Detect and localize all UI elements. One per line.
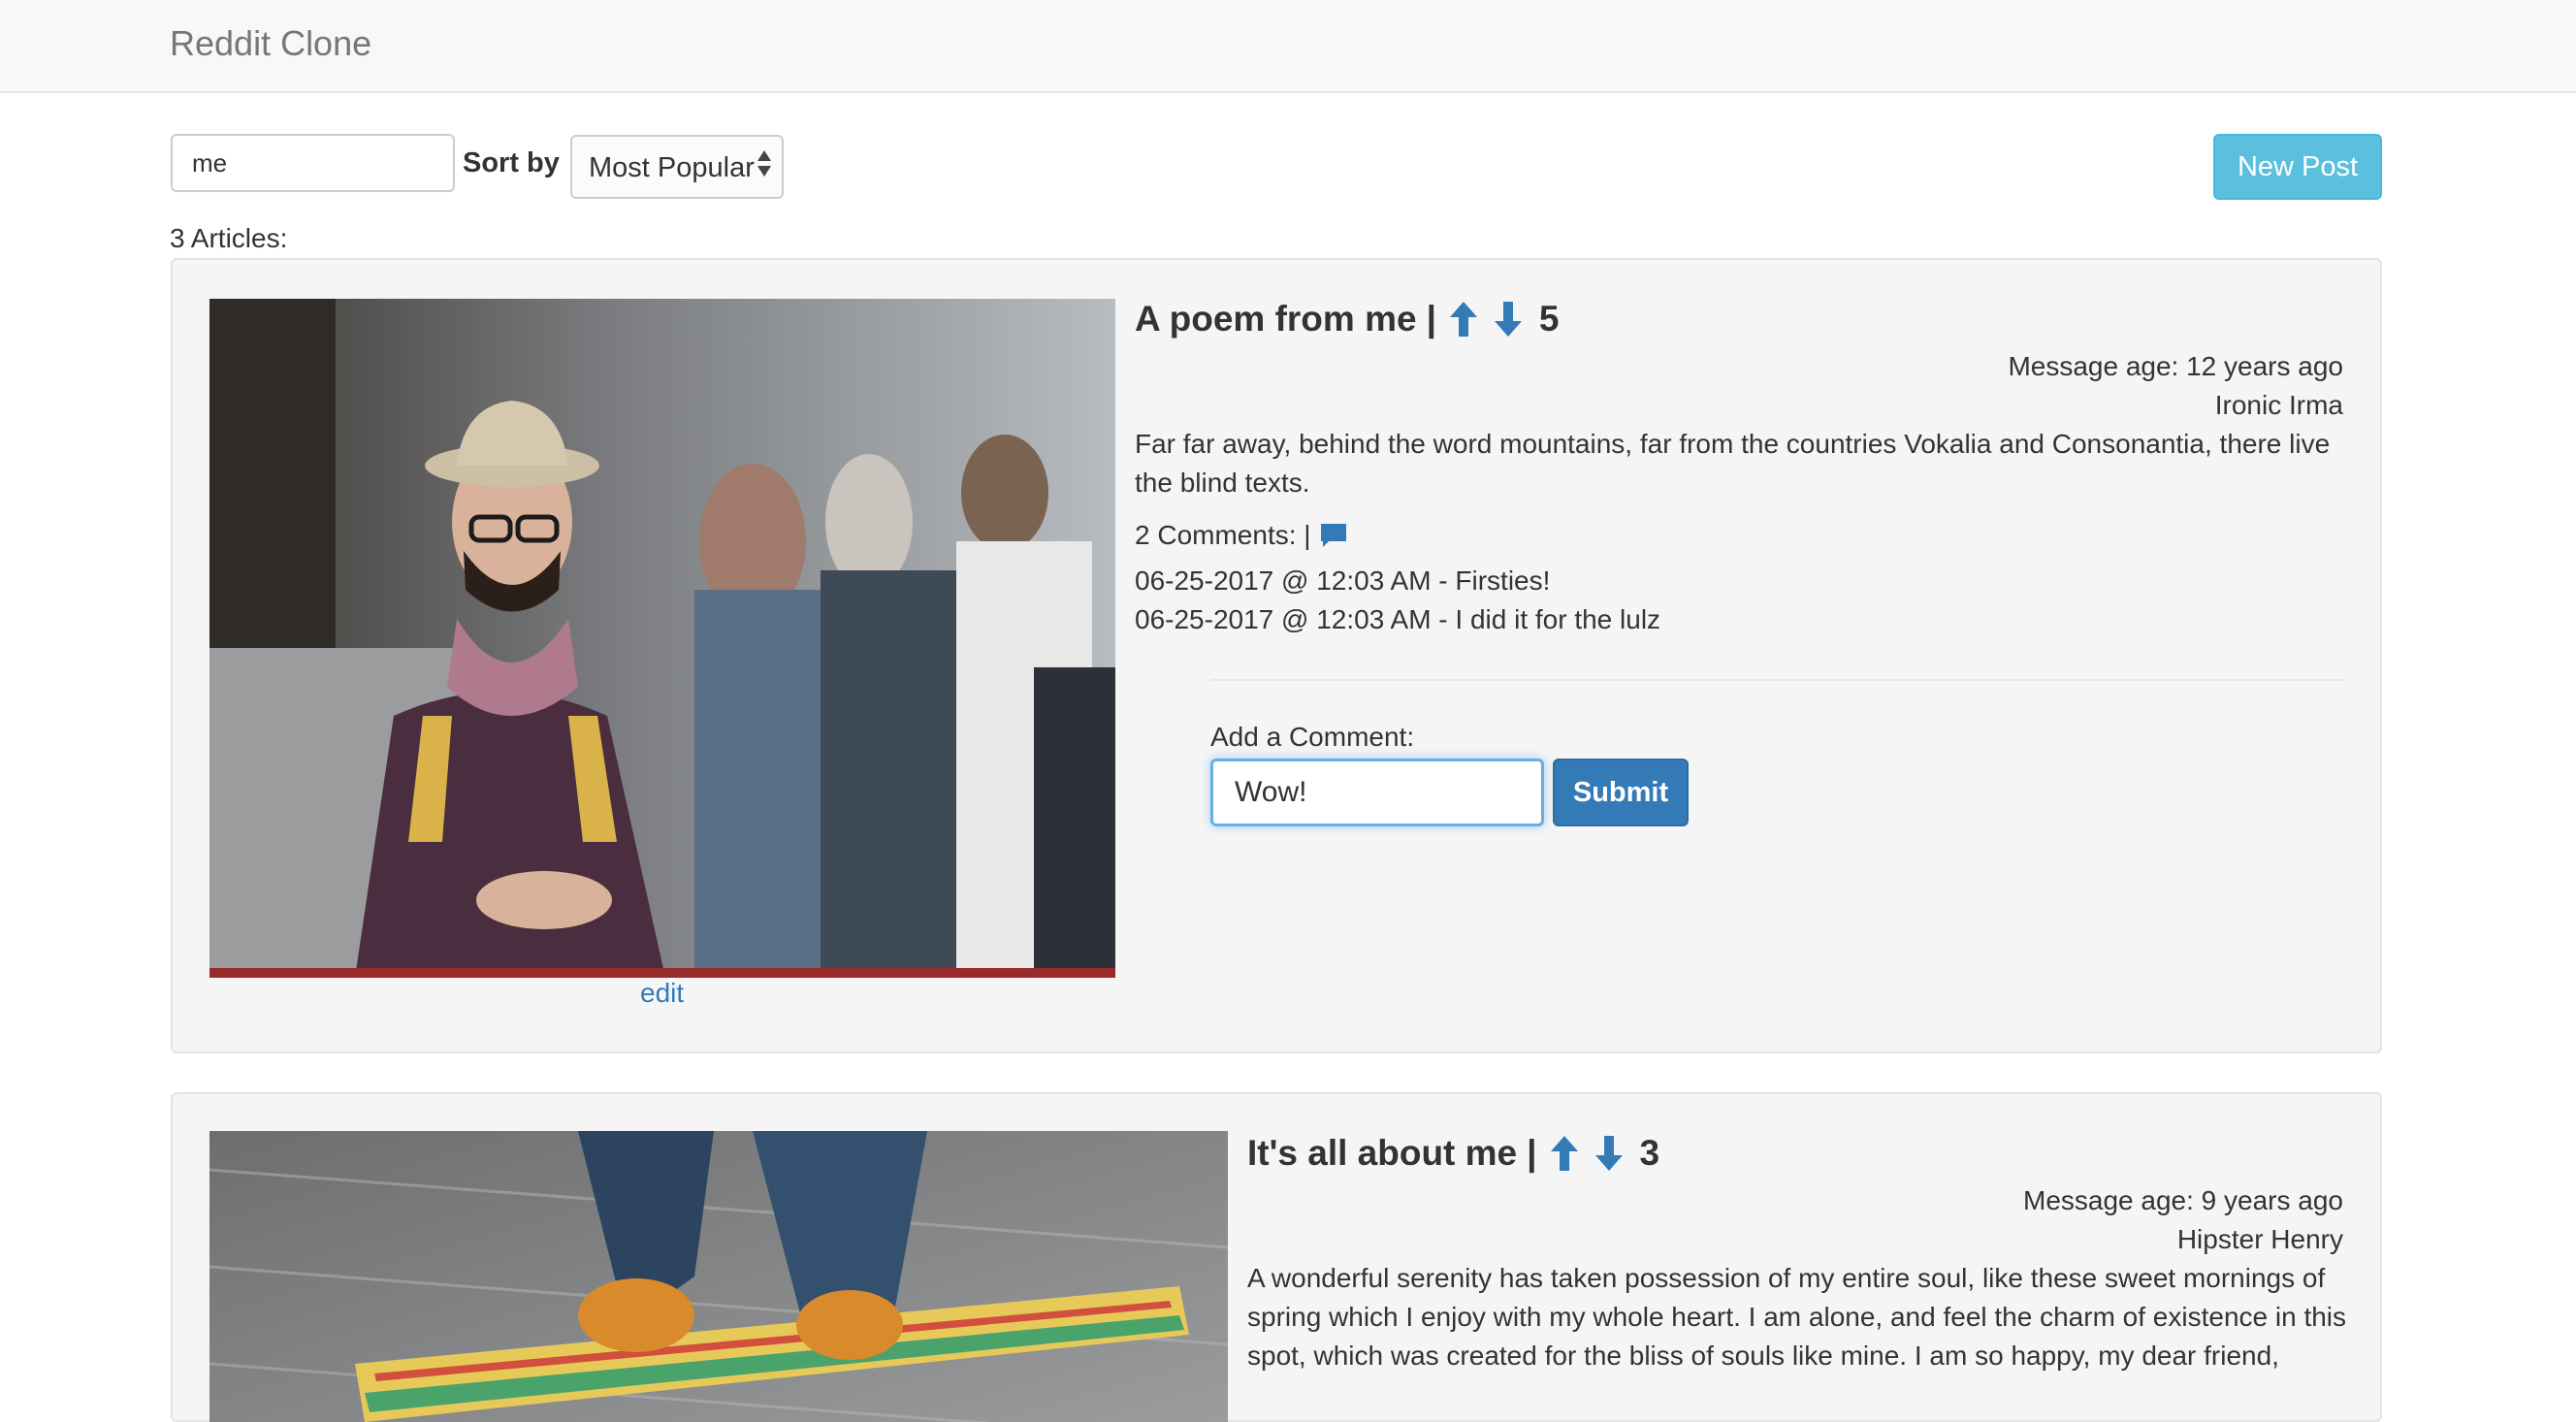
sort-select[interactable]: Most Popular — [570, 135, 784, 199]
navbar: Reddit Clone — [0, 0, 2576, 93]
add-comment-label: Add a Comment: — [1210, 722, 1415, 752]
article-card: edit A poem from me | 5 Message age: 12 … — [171, 258, 2382, 1053]
article-score: 3 — [1639, 1133, 1660, 1173]
comment-item: 06-25-2017 @ 12:03 AM - I did it for the… — [1135, 604, 1661, 634]
arrow-up-icon[interactable] — [1448, 300, 1479, 339]
article-card: It's all about me | 3 Message age: 9 yea… — [171, 1092, 2382, 1422]
edit-link[interactable]: edit — [640, 978, 684, 1009]
arrow-up-icon[interactable] — [1549, 1134, 1580, 1173]
article-meta: Message age: 9 years ago Hipster Henry — [2023, 1181, 2343, 1259]
comment-input[interactable] — [1210, 759, 1544, 826]
article-image — [209, 1131, 1228, 1422]
new-post-button[interactable]: New Post — [2213, 134, 2382, 200]
sort-label: Sort by — [463, 147, 560, 178]
comment-bubble-icon[interactable] — [1319, 522, 1348, 549]
title-separator: | — [1527, 1133, 1537, 1173]
title-separator: | — [1426, 299, 1436, 339]
article-title: A poem from me — [1135, 299, 1417, 339]
article-image — [209, 299, 1115, 978]
article-title-row: It's all about me | 3 — [1247, 1129, 1659, 1178]
article-body: A wonderful serenity has taken possessio… — [1247, 1263, 2347, 1371]
comments-count: 2 Comments: | — [1135, 520, 1311, 550]
article-score: 5 — [1538, 299, 1560, 339]
comment-item: 06-25-2017 @ 12:03 AM - Firsties! — [1135, 566, 1551, 596]
sort-arrows-icon — [757, 150, 773, 177]
message-age: Message age: 9 years ago — [2023, 1185, 2343, 1215]
article-title-row: A poem from me | 5 — [1135, 295, 1560, 343]
message-age: Message age: 12 years ago — [2008, 351, 2343, 381]
article-body: Far far away, behind the word mountains,… — [1135, 429, 2331, 498]
arrow-down-icon[interactable] — [1594, 1134, 1625, 1173]
article-count: 3 Articles: — [170, 223, 288, 253]
arrow-down-icon[interactable] — [1493, 300, 1524, 339]
submit-comment-button[interactable]: Submit — [1553, 759, 1689, 826]
article-author: Hipster Henry — [2176, 1224, 2343, 1254]
article-title: It's all about me — [1247, 1133, 1518, 1173]
comments-header: 2 Comments: | — [1135, 520, 1348, 551]
article-meta: Message age: 12 years ago Ironic Irma — [2008, 347, 2343, 425]
article-author: Ironic Irma — [2214, 390, 2343, 420]
brand-link[interactable]: Reddit Clone — [170, 23, 371, 64]
comment-divider — [1210, 679, 2345, 681]
search-input[interactable] — [171, 134, 455, 192]
sort-selected-value: Most Popular — [589, 152, 755, 183]
